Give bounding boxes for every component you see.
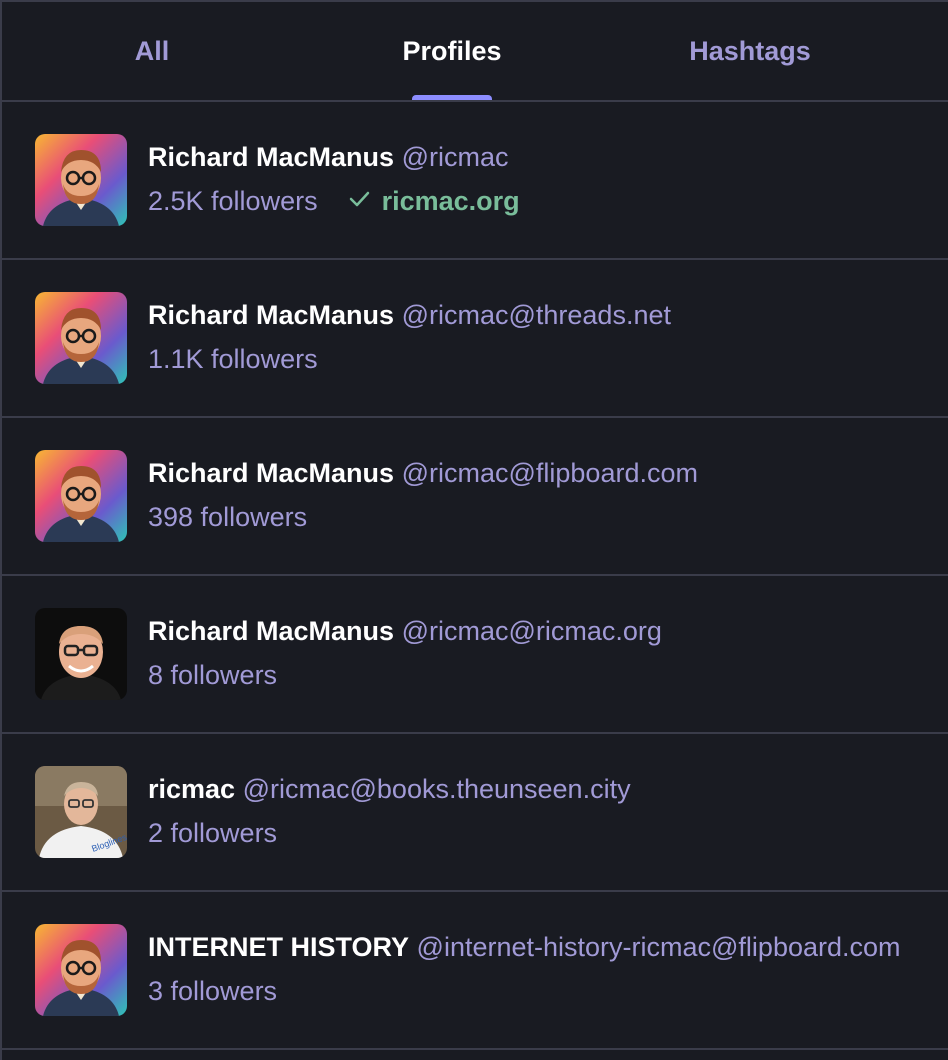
search-results-panel: All Profiles Hashtags Richard MacManus @… xyxy=(0,0,948,1060)
name-line: Richard MacManus @ricmac xyxy=(148,140,508,174)
name-line: INTERNET HISTORY @internet-history-ricma… xyxy=(148,930,901,964)
display-name: Richard MacManus xyxy=(148,300,395,330)
name-line: Richard MacManus @ricmac@flipboard.com xyxy=(148,456,698,490)
profile-result-row[interactable]: Richard MacManus @ricmac@threads.net 1.1… xyxy=(2,260,948,418)
account-handle: @ricmac@books.theunseen.city xyxy=(242,774,631,804)
meta-line: 8 followers xyxy=(148,658,277,692)
illustrated-avatar-icon xyxy=(35,134,127,226)
avatar[interactable] xyxy=(35,924,127,1016)
follower-count: 8 followers xyxy=(148,660,278,690)
meta-line: 1.1K followers xyxy=(148,342,318,376)
meta-line: 3 followers xyxy=(148,974,277,1008)
illustrated-avatar-icon xyxy=(35,924,127,1016)
avatar[interactable] xyxy=(35,292,127,384)
avatar[interactable] xyxy=(35,450,127,542)
display-name: Richard MacManus xyxy=(148,616,395,646)
search-tabs: All Profiles Hashtags xyxy=(2,2,948,102)
tab-hashtags[interactable]: Hashtags xyxy=(600,2,900,100)
profile-result-row[interactable]: Bloglines ricmac @ricmac@books.theunseen… xyxy=(2,734,948,892)
follower-count: 2 followers xyxy=(148,818,278,848)
illustrated-avatar-icon xyxy=(35,292,127,384)
meta-line: 2.5K followers ricmac.org xyxy=(148,184,520,218)
display-name: Richard MacManus xyxy=(148,458,395,488)
account-handle: @ricmac xyxy=(401,142,509,172)
profile-result-row[interactable]: Richard MacManus @ricmac 2.5K followers … xyxy=(2,102,948,260)
account-handle: @internet-history-ricmac@flipboard.com xyxy=(416,932,901,962)
follower-count: 3 followers xyxy=(148,976,278,1006)
illustrated-avatar-icon xyxy=(35,450,127,542)
name-line: ricmac @ricmac@books.theunseen.city xyxy=(148,772,631,806)
follower-count: 2.5K followers xyxy=(148,186,318,216)
verified-link[interactable]: ricmac.org xyxy=(348,184,520,218)
photo-avatar-dark-icon xyxy=(35,608,127,700)
avatar[interactable] xyxy=(35,608,127,700)
display-name: Richard MacManus xyxy=(148,142,395,172)
profile-result-row[interactable]: Richard MacManus @ricmac@flipboard.com 3… xyxy=(2,418,948,576)
verified-link-text: ricmac.org xyxy=(381,186,520,216)
display-name: INTERNET HISTORY xyxy=(148,932,410,962)
account-handle: @ricmac@threads.net xyxy=(401,300,671,330)
name-line: Richard MacManus @ricmac@threads.net xyxy=(148,298,671,332)
tab-profiles[interactable]: Profiles xyxy=(302,2,602,100)
account-handle: @ricmac@ricmac.org xyxy=(401,616,662,646)
profile-result-row[interactable]: INTERNET HISTORY @internet-history-ricma… xyxy=(2,892,948,1050)
photo-avatar-tshirt-icon: Bloglines xyxy=(35,766,127,858)
meta-line: 398 followers xyxy=(148,500,307,534)
meta-line: 2 followers xyxy=(148,816,277,850)
avatar[interactable] xyxy=(35,134,127,226)
display-name: ricmac xyxy=(148,774,236,804)
checkmark-icon xyxy=(348,184,370,218)
avatar[interactable]: Bloglines xyxy=(35,766,127,858)
active-tab-indicator xyxy=(412,95,492,100)
account-handle: @ricmac@flipboard.com xyxy=(401,458,698,488)
profile-result-row[interactable]: Richard MacManus @ricmac@ricmac.org 8 fo… xyxy=(2,576,948,734)
follower-count: 1.1K followers xyxy=(148,344,318,374)
follower-count: 398 followers xyxy=(148,502,308,532)
tab-all[interactable]: All xyxy=(2,2,302,100)
name-line: Richard MacManus @ricmac@ricmac.org xyxy=(148,614,662,648)
